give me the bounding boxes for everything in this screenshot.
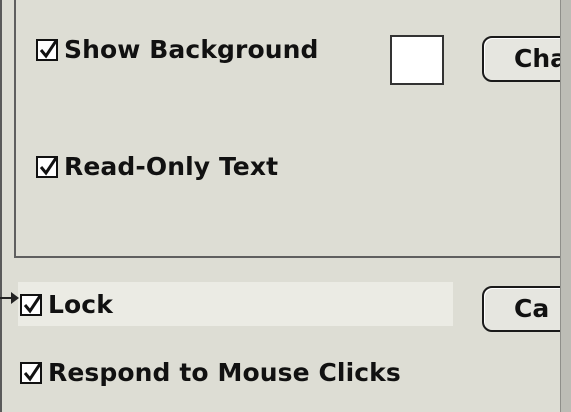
lock-option[interactable]: Lock [20, 290, 113, 319]
read-only-text-option[interactable]: Read-Only Text [36, 152, 278, 181]
change-color-button[interactable]: Cha [482, 36, 560, 82]
lock-checkbox[interactable] [20, 293, 42, 316]
respond-mouse-clicks-option[interactable]: Respond to Mouse Clicks [20, 358, 401, 387]
pointer-arrow-icon [0, 292, 19, 304]
checkmark-icon [23, 362, 42, 382]
checkmark-icon [23, 294, 42, 314]
checkmark-icon [39, 39, 58, 59]
cancel-button[interactable]: Ca [482, 286, 560, 332]
background-color-swatch[interactable] [390, 35, 444, 85]
change-color-button-label: Cha [514, 44, 560, 73]
checkmark-icon [39, 156, 58, 176]
show-background-option[interactable]: Show Background [36, 35, 319, 64]
show-background-checkbox[interactable] [36, 38, 58, 61]
respond-mouse-clicks-checkbox[interactable] [20, 361, 42, 384]
respond-mouse-clicks-label: Respond to Mouse Clicks [48, 358, 401, 387]
read-only-text-checkbox[interactable] [36, 155, 58, 178]
lock-label: Lock [48, 290, 113, 319]
window-left-edge [0, 0, 2, 412]
read-only-text-label: Read-Only Text [64, 152, 279, 181]
window-right-edge [560, 0, 571, 412]
cancel-button-label: Ca [514, 294, 550, 323]
show-background-label: Show Background [64, 35, 319, 64]
dialog-window: Show Background Cha Read-Only Text Lock … [0, 0, 560, 412]
